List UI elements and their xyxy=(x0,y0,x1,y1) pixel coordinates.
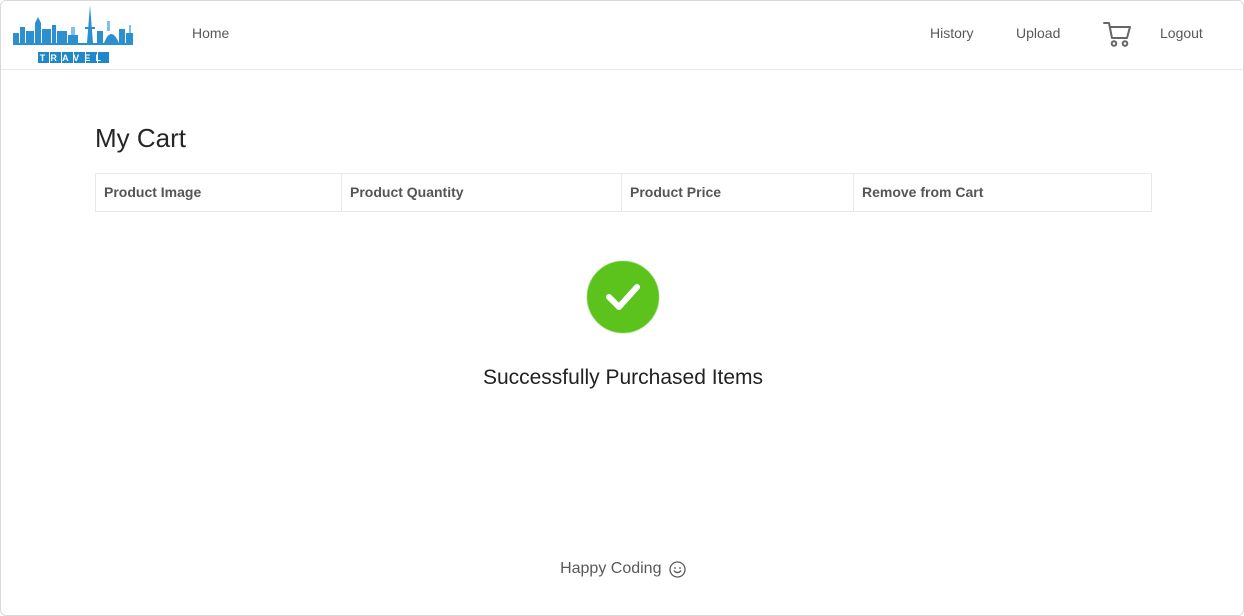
shopping-cart-icon[interactable] xyxy=(1102,20,1132,48)
skyline-logo-icon: TRAVEL xyxy=(13,5,133,63)
nav-history-link[interactable]: History xyxy=(930,25,974,41)
footer-text: Happy Coding xyxy=(560,560,662,577)
logo-text: TRAVEL xyxy=(40,53,107,63)
column-header-product-quantity: Product Quantity xyxy=(342,174,622,211)
top-navbar: TRAVEL Home History Upload Logout xyxy=(1,1,1243,70)
column-header-remove-from-cart: Remove from Cart xyxy=(862,184,984,200)
check-circle-icon xyxy=(586,260,660,334)
column-header-product-price: Product Price xyxy=(622,174,854,211)
app-window: TRAVEL Home History Upload Logout My Car… xyxy=(0,0,1244,616)
column-header-product-image: Product Image xyxy=(96,174,342,211)
success-message: Successfully Purchased Items xyxy=(482,366,764,389)
cart-table: Product Image Product Quantity Product P… xyxy=(95,173,1152,212)
footer: Happy Coding xyxy=(1,560,1243,578)
nav-upload-link[interactable]: Upload xyxy=(1016,25,1060,41)
travel-logo[interactable]: TRAVEL xyxy=(11,1,135,65)
nav-logout-link[interactable]: Logout xyxy=(1160,25,1203,41)
nav-home-link[interactable]: Home xyxy=(192,25,229,41)
smile-icon xyxy=(669,560,686,578)
page-title: My Cart xyxy=(95,123,186,153)
